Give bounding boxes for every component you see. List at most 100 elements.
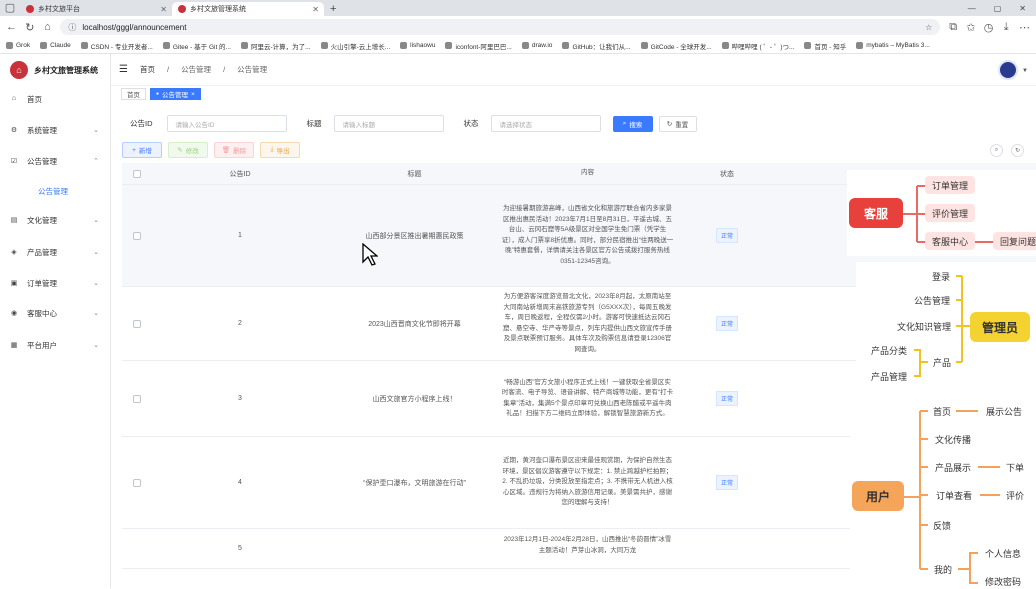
more-icon[interactable]: ⋯ [1019,21,1030,34]
announcement-id-input[interactable]: 请输入公告ID [166,115,287,132]
status-label: 状态 [463,119,479,128]
admin-diagram: 登录 公告管理 文化知识管理 产品 产品分类 产品管理 管理员 [856,262,1036,390]
avatar[interactable] [998,60,1018,80]
delete-button[interactable]: 🗑 删除 [214,142,254,158]
bookmark-item[interactable]: Claude [40,42,71,49]
edit-icon: ✎ [177,147,183,154]
reset-button[interactable]: ↻ 重置 [658,115,697,132]
search-button[interactable]: ⌕ 搜索 [612,115,653,132]
cell-title: 山西部分景区推出暑期惠民政策 [365,232,464,240]
bookmark-item[interactable]: 火山引擎-云上增长... [320,41,390,51]
sidebar-item-0[interactable]: ⌂ 首页 [0,89,111,109]
site-info-icon[interactable]: ⓘ [68,22,76,33]
sidebar-item-4[interactable]: ▤ 文化管理 ⌄ [0,210,111,230]
sidebar-item-7[interactable]: ◉ 客服中心 ⌄ [0,303,111,323]
chevron-down-icon: ⌄ [93,217,99,224]
sidebar-item-1[interactable]: ⚙ 系统管理 ⌄ [0,120,111,140]
cart-icon: ▣ [10,280,18,287]
kefu-item-3: 客服中心 [925,232,975,250]
bookmark-item[interactable]: draw.io [521,42,552,49]
user-icon: ▦ [10,342,18,349]
new-tab-icon[interactable]: + [330,3,336,15]
row-checkbox[interactable] [133,231,141,240]
sidebar-item-5[interactable]: ◈ 产品管理 ⌄ [0,242,111,262]
window-controls: — ▢ ✕ [968,4,1036,16]
bookmark-item[interactable]: iconfont-阿里巴巴... [445,41,512,51]
sidebar-item-3[interactable]: 公告管理 [0,181,111,201]
download-icon: ⤓ [270,146,274,153]
select-all-checkbox[interactable] [133,169,141,178]
logo-icon: ⌂ [10,61,28,79]
extensions-icon[interactable]: ⧉ [948,21,958,34]
bookmark-item[interactable]: mybatis – MyBatis 3... [856,42,930,49]
cell-content: 为方便游客深度游览晋北文化，2023年8月起，太原南站至大同南站新增周末高铁旅游… [503,293,672,353]
tags-view: 首页 ● 公告管理 × [111,86,1036,102]
edit-button[interactable]: ✎ 修改 [168,142,208,158]
bookmark-item[interactable]: lishaowu [400,42,435,49]
id-label: 公告ID [130,119,153,128]
bookmark-favicon-icon [80,42,88,49]
chevron-down-icon: ⌄ [93,310,99,317]
col-status: 状态 [720,170,734,178]
col-content: 内容 [581,169,594,177]
home-icon[interactable]: ⌂ [43,21,53,33]
admin-leaf-product-manage: 产品管理 [870,371,907,382]
bookmark-item[interactable]: Gitee - 基于 Git 的... [162,41,231,51]
tab-label: 乡村文旅平台 [38,6,80,13]
bookmarks-bar: Grok Claude CSDN - 专业开发者... Gitee - 基于 Git … [0,38,1036,54]
sidebar-item-8[interactable]: ▦ 平台用户 ⌄ [0,335,111,355]
browser-tab-1[interactable]: 乡村文旅平台 ✕ [20,2,172,16]
close-tag-icon[interactable]: × [191,91,195,98]
kefu-item-1: 订单管理 [925,176,975,194]
breadcrumb-home[interactable]: 首页 [140,64,155,75]
bookmark-item[interactable]: CSDN - 专业开发者... [80,41,153,51]
toggle-search-icon[interactable]: ⌕ [990,144,1003,157]
bookmark-item[interactable]: 哔哩哔哩 ( ゜- ゜)つ... [721,41,794,51]
bookmark-favicon-icon [162,42,170,49]
sidebar-item-label: 平台用户 [27,340,57,350]
sidebar-item-6[interactable]: ▣ 订单管理 ⌄ [0,273,111,293]
title-input[interactable]: 请输入标题 [333,115,444,132]
bookmark-favicon-icon [521,42,529,49]
url-field[interactable]: ⓘ localhost/gggl/announcement ☆ [60,19,941,35]
maximize-icon[interactable]: ▢ [994,4,1002,13]
sidebar-item-label: 订单管理 [27,278,57,288]
history-icon[interactable]: ◷ [984,21,994,34]
bookmark-star-icon[interactable]: ☆ [925,23,932,32]
avatar-dropdown-icon[interactable]: ▼ [1022,68,1028,74]
close-tab-icon[interactable]: ✕ [312,5,319,14]
site-favicon-icon [26,5,34,13]
close-tab-icon[interactable]: ✕ [160,5,167,14]
close-window-icon[interactable]: ✕ [1019,4,1026,13]
tag-home[interactable]: 首页 [121,88,146,100]
bookmark-item[interactable]: 阿里云-计算，为了... [240,41,311,51]
row-checkbox[interactable] [133,478,141,487]
reload-icon[interactable]: ↻ [25,21,35,34]
admin-item-announcement: 公告管理 [913,295,950,306]
add-button[interactable]: + 新增 [122,142,162,158]
bookmark-item[interactable]: GitCode - 全球开发... [640,41,712,51]
browser-tab-2[interactable]: 乡村文旅管理系统 ✕ [172,2,324,16]
status-badge: 正常 [715,316,738,331]
downloads-icon[interactable]: ⤓ [1001,21,1011,34]
row-checkbox[interactable] [133,319,141,328]
browser-tab-bar: ▢ 乡村文旅平台 ✕ 乡村文旅管理系统 ✕ + — ▢ ✕ [0,0,1036,16]
favorites-icon[interactable]: ✩ [966,21,976,34]
collapse-menu-icon[interactable]: ☰ [119,64,128,75]
minimize-icon[interactable]: — [968,4,976,13]
status-select[interactable]: 请选择状态 [490,115,601,132]
bookmark-item[interactable]: GitHub：让我们从... [562,41,631,51]
admin-item-culture: 文化知识管理 [896,321,951,332]
user-item-feedback: 反馈 [932,520,951,531]
refresh-table-icon[interactable]: ↻ [1011,144,1024,157]
bookmark-favicon-icon [240,42,248,49]
bookmark-item[interactable]: Grok [6,42,30,49]
row-checkbox[interactable] [133,394,141,403]
back-icon[interactable]: ← [6,21,17,33]
window-menu-icon[interactable]: ▢ [4,1,16,14]
tag-announcement[interactable]: ● 公告管理 × [150,88,201,100]
sidebar-item-2[interactable]: ☑ 公告管理 ⌃ [0,151,111,171]
search-icon: ⌕ [622,119,627,127]
export-button[interactable]: ⤓ 导出 [260,142,300,158]
bookmark-item[interactable]: 首页 - 知乎 [804,41,846,51]
